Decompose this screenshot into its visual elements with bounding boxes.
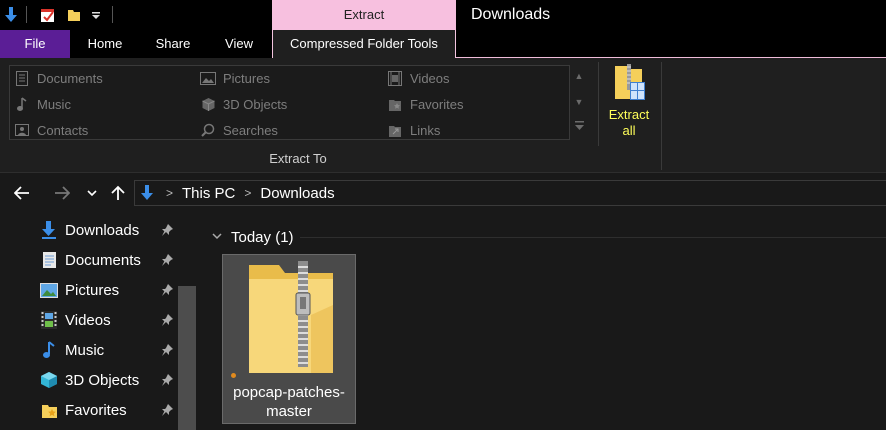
customize-dropdown-icon[interactable] [88,5,104,25]
group-header-today[interactable]: Today (1) [212,228,294,246]
compressed-folder-icon [245,259,337,380]
sidebar-item-downloads[interactable]: Downloads [40,218,180,242]
new-folder-icon[interactable] [64,5,84,25]
ribbon-divider [598,62,599,146]
pin-icon[interactable] [160,253,174,267]
gallery-scroll: ▲ ▼ [571,65,587,140]
pin-icon[interactable] [160,313,174,327]
document-icon [14,70,30,86]
gallery-scroll-down-icon[interactable]: ▼ [571,91,587,113]
extract-to-contacts[interactable]: Contacts [14,119,88,141]
toolbar-divider [112,6,113,23]
extract-to-searches[interactable]: Searches [200,119,278,141]
links-icon [387,122,403,138]
window-title: Downloads [471,6,551,23]
extract-all-label-line1: Extract [608,107,650,122]
downloads-arrow-icon[interactable] [2,5,20,25]
pin-icon[interactable] [160,403,174,417]
contacts-icon [14,122,30,138]
extract-to-group-label: Extract To [269,151,327,166]
recent-locations-chevron-icon[interactable] [80,182,104,204]
up-arrow-icon[interactable] [106,182,130,204]
collapse-chevron-icon[interactable] [212,232,222,243]
breadcrumb-this-pc[interactable]: This PC [182,185,235,202]
file-name: popcap-patches- master [233,384,345,420]
extract-to-pictures[interactable]: Pictures [200,67,270,89]
forward-arrow-icon[interactable] [50,182,74,204]
file-tile-popcap-patches-master[interactable]: popcap-patches- master [222,254,356,424]
extract-to-links[interactable]: Links [387,119,440,141]
videos-icon [40,311,58,329]
sidebar-item-pictures[interactable]: Pictures [40,278,180,302]
3d-objects-icon [200,96,216,112]
sidebar-item-music[interactable]: Music [40,338,180,362]
tab-file[interactable]: File [0,30,70,58]
navigation-bar: > This PC > Downloads [0,174,886,212]
3d-objects-icon [40,371,58,389]
status-dot [231,373,236,378]
pin-icon[interactable] [160,343,174,357]
ribbon-tabs: File Home Share View Compressed Folder T… [0,30,886,58]
title-bar: Extract Downloads [0,0,886,30]
extract-all-button[interactable]: Extract all [604,62,654,146]
group-divider [300,237,886,238]
ribbon-divider [661,62,662,170]
extract-to-documents[interactable]: Documents [14,67,103,89]
tab-share[interactable]: Share [140,30,206,58]
pin-icon[interactable] [160,223,174,237]
navigation-pane: Downloads Documents Pictures Videos Musi… [0,214,198,430]
breadcrumb-separator[interactable]: > [166,186,173,200]
extract-context-header: Extract [272,0,456,30]
music-icon [40,341,58,359]
tab-home[interactable]: Home [70,30,140,58]
videos-icon [387,70,403,86]
back-arrow-icon[interactable] [10,182,34,204]
properties-check-icon[interactable] [38,5,58,25]
group-header-label: Today (1) [231,228,294,246]
extract-to-favorites[interactable]: Favorites [387,93,463,115]
pin-icon[interactable] [160,283,174,297]
extract-to-gallery: Documents Music Contacts Pictures 3D Obj… [9,65,570,140]
extract-to-music[interactable]: Music [14,93,71,115]
file-list: Today (1) popcap-patches- master [198,214,886,430]
downloads-icon [40,221,58,239]
ribbon: Documents Music Contacts Pictures 3D Obj… [0,58,886,173]
music-icon [14,96,30,112]
sidebar-scrollbar-thumb[interactable] [178,286,196,430]
address-bar[interactable]: > This PC > Downloads [134,180,886,206]
breadcrumb-separator[interactable]: > [244,186,251,200]
favorites-icon [40,401,58,419]
sidebar-item-3d-objects[interactable]: 3D Objects [40,368,180,392]
downloads-location-icon [140,185,156,201]
extract-to-3d-objects[interactable]: 3D Objects [200,93,287,115]
documents-icon [40,251,58,269]
extract-all-icon [612,62,646,105]
extract-all-label-line2: all [622,123,636,138]
sidebar-item-favorites[interactable]: Favorites [40,398,180,422]
sidebar-item-documents[interactable]: Documents [40,248,180,272]
toolbar-divider [26,6,27,23]
gallery-expand-icon[interactable] [571,117,587,139]
pin-icon[interactable] [160,373,174,387]
pictures-icon [40,281,58,299]
searches-icon [200,122,216,138]
gallery-scroll-up-icon[interactable]: ▲ [571,65,587,87]
tab-view[interactable]: View [206,30,272,58]
tab-compressed-folder-tools[interactable]: Compressed Folder Tools [272,30,456,58]
extract-to-videos[interactable]: Videos [387,67,450,89]
favorites-icon [387,96,403,112]
pictures-icon [200,70,216,86]
sidebar-item-videos[interactable]: Videos [40,308,180,332]
breadcrumb-downloads[interactable]: Downloads [260,185,334,202]
